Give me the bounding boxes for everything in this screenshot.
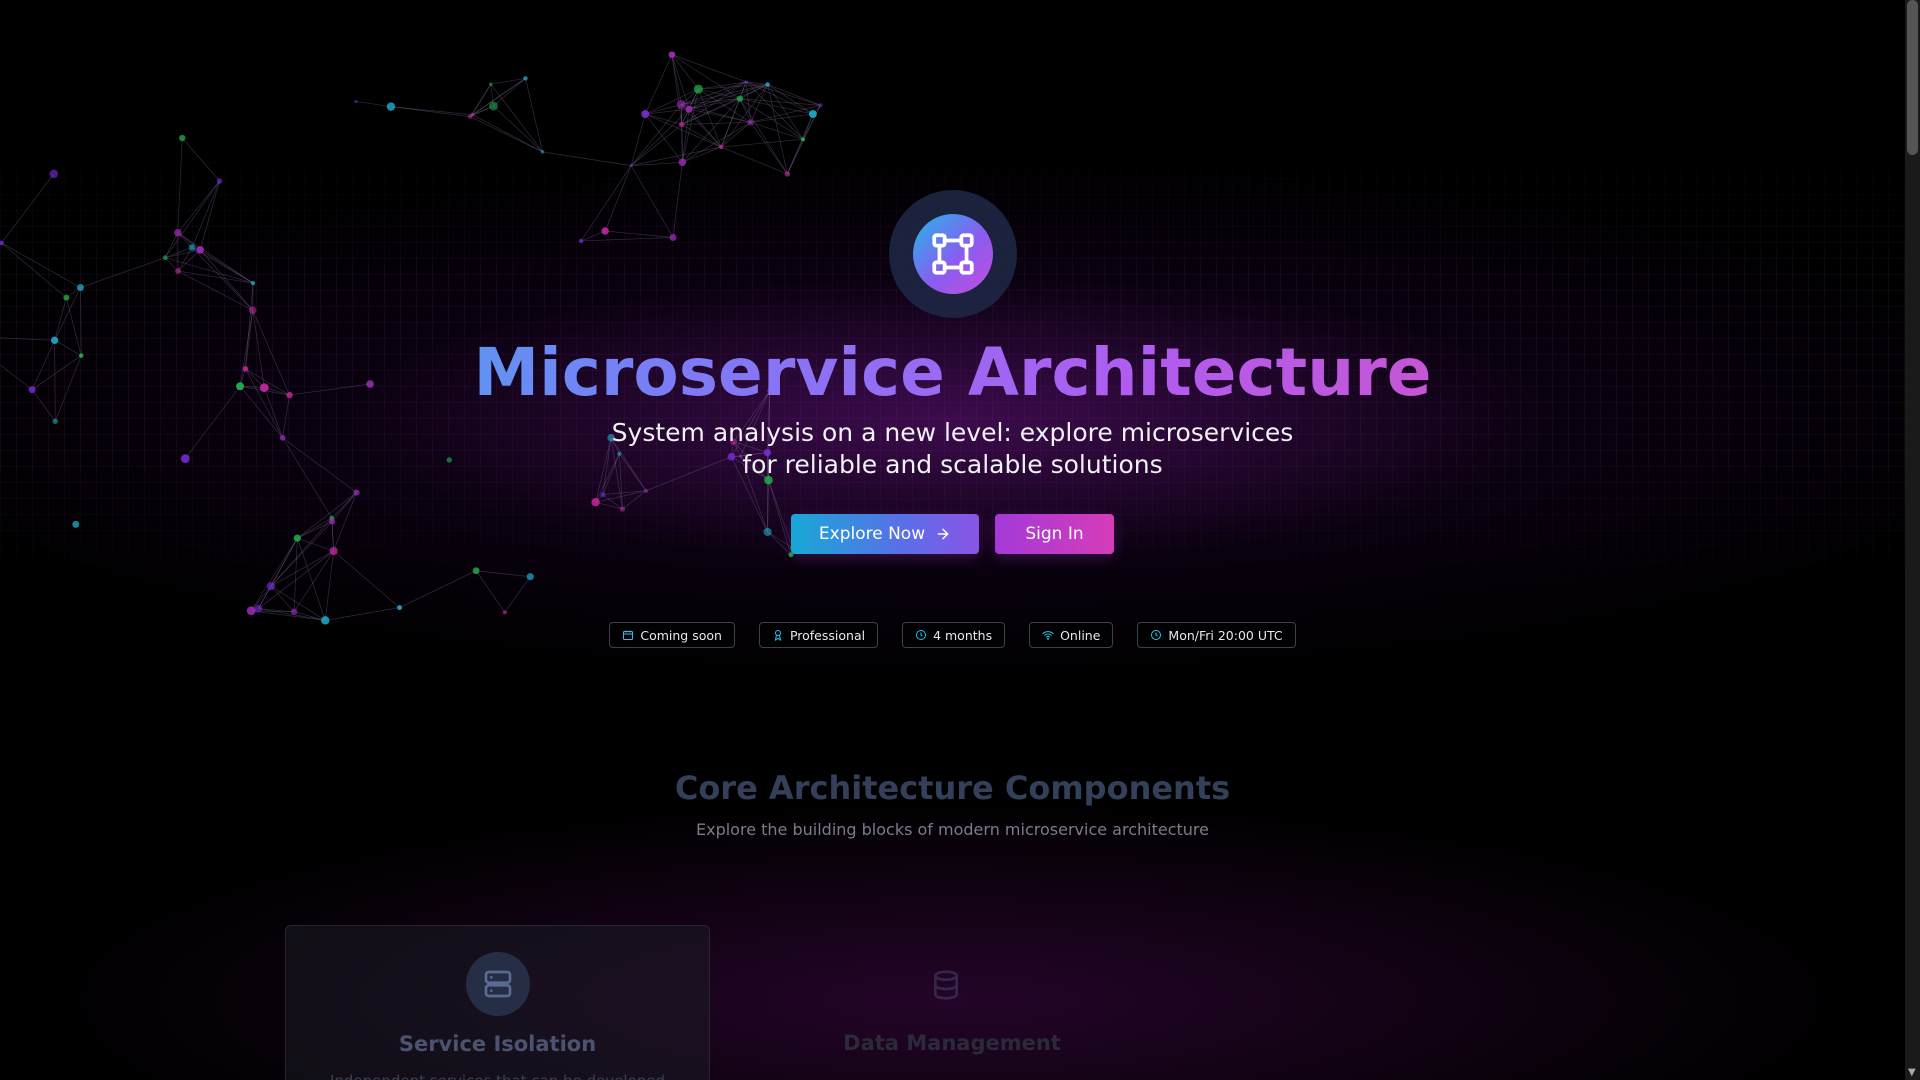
particle-dot — [397, 605, 403, 611]
wifi-icon — [1042, 631, 1054, 640]
particle-dot — [489, 82, 493, 87]
particle-dot — [196, 245, 204, 254]
particle-dot — [765, 82, 770, 87]
particle-dot — [254, 604, 263, 613]
badge-label: Coming soon — [640, 627, 722, 643]
page-title: Microservice Architecture — [0, 333, 1905, 413]
particle-dot — [174, 228, 182, 237]
particle-dot — [693, 84, 703, 94]
badge-label: Professional — [789, 627, 866, 643]
sign-in-label: Sign In — [1025, 524, 1084, 544]
landing-page: Microservice Architecture System analysi… — [0, 0, 1905, 1080]
particle-dot — [679, 121, 685, 128]
card-icon-badge — [922, 961, 970, 1009]
particle-dot — [747, 119, 754, 126]
component-card-service-isolation[interactable]: Service Isolation Independent services t… — [285, 925, 710, 1080]
particle-dot — [354, 99, 358, 104]
particle-dot — [63, 294, 70, 301]
particle-dot — [818, 103, 823, 108]
particle-dot — [290, 608, 298, 616]
particle-dot — [216, 178, 223, 184]
particle-dot — [736, 95, 744, 102]
particle-dot — [744, 80, 748, 84]
particle-dot — [619, 506, 626, 512]
arrow-right-icon — [937, 528, 949, 540]
particle-dot — [678, 158, 687, 167]
particle-dot — [523, 76, 528, 81]
particle-dot — [266, 582, 276, 591]
clock-icon — [1151, 630, 1162, 640]
particle-dot — [246, 606, 256, 616]
badge-label: Mon/Fri 20:00 UTC — [1168, 627, 1283, 643]
particle-dot — [685, 105, 693, 113]
course-info-badges: Coming soon Professional 4 months Online… — [0, 622, 1905, 648]
particle-dot — [329, 518, 336, 525]
particle-dot — [293, 534, 301, 542]
particle-dot — [72, 520, 80, 528]
card-description: Independent services that can be develop… — [286, 1072, 709, 1080]
badge-label: Online — [1060, 627, 1101, 643]
particle-dot — [809, 110, 817, 118]
particle-dot — [250, 280, 256, 286]
explore-now-button[interactable]: Explore Now — [791, 514, 979, 554]
particle-dot — [669, 234, 677, 242]
particle-dot — [467, 114, 473, 119]
clock-icon — [916, 630, 927, 640]
particle-dot — [162, 255, 168, 261]
award-icon — [774, 630, 782, 641]
particle-dot — [175, 268, 181, 274]
server-icon — [484, 970, 512, 998]
sign-in-button[interactable]: Sign In — [995, 514, 1114, 554]
particle-dot — [600, 491, 606, 498]
card-title: Service Isolation — [398, 1032, 597, 1056]
explore-now-label: Explore Now — [818, 524, 926, 544]
particle-dot — [719, 144, 724, 150]
particle-dot — [578, 238, 584, 244]
components-section-subtitle: Explore the building blocks of modern mi… — [696, 820, 1209, 839]
hero-subtitle: System analysis on a new level: explore … — [0, 417, 1905, 481]
particle-dot — [668, 51, 676, 58]
particle-dot — [629, 164, 633, 168]
particle-dot — [676, 99, 686, 109]
scroll-down-arrow[interactable]: ▼ — [1908, 1067, 1916, 1078]
particle-dot — [763, 527, 772, 537]
particle-dot — [329, 546, 338, 556]
particle-dot — [784, 171, 791, 177]
particle-dot — [179, 134, 186, 142]
network-nodes-icon — [932, 233, 974, 275]
particle-dot — [188, 244, 196, 251]
scrollbar-thumb[interactable] — [1907, 0, 1918, 155]
badge-duration: 4 months — [902, 622, 1006, 648]
particle-dot — [472, 567, 480, 575]
card-icon-badge — [466, 952, 530, 1016]
particle-dot — [526, 573, 534, 581]
badge-start-date: Coming soon — [609, 622, 735, 648]
badge-schedule: Mon/Fri 20:00 UTC — [1137, 622, 1296, 648]
hero-subtitle-line-1: System analysis on a new level: explore … — [611, 418, 1294, 447]
particle-dot — [49, 169, 59, 179]
particle-dot — [591, 498, 600, 507]
particle-dot — [76, 284, 84, 292]
particle-dot — [502, 610, 507, 615]
particle-dot — [248, 306, 257, 315]
hero-subtitle-line-2: for reliable and scalable solutions — [742, 450, 1163, 479]
components-section-title: Core Architecture Components — [674, 769, 1231, 807]
particle-dot — [641, 110, 650, 119]
page-scrollbar[interactable]: ▼ — [1905, 0, 1920, 1080]
particle-dot — [601, 227, 609, 235]
badge-label: 4 months — [933, 627, 993, 643]
particle-dot — [644, 488, 649, 493]
card-title: Data Management — [843, 1031, 1061, 1055]
component-card-data-management[interactable]: Data Management — [722, 925, 1182, 1080]
badge-format: Online — [1029, 622, 1114, 648]
hero-icon-badge — [889, 190, 1017, 318]
particle-dot — [540, 150, 545, 154]
calendar-icon — [623, 630, 634, 640]
particle-dot — [489, 101, 498, 111]
particle-dot — [800, 137, 805, 142]
particle-dot — [353, 489, 360, 496]
database-icon — [934, 970, 958, 1000]
particle-dot — [386, 102, 396, 111]
badge-level: Professional — [758, 622, 879, 648]
